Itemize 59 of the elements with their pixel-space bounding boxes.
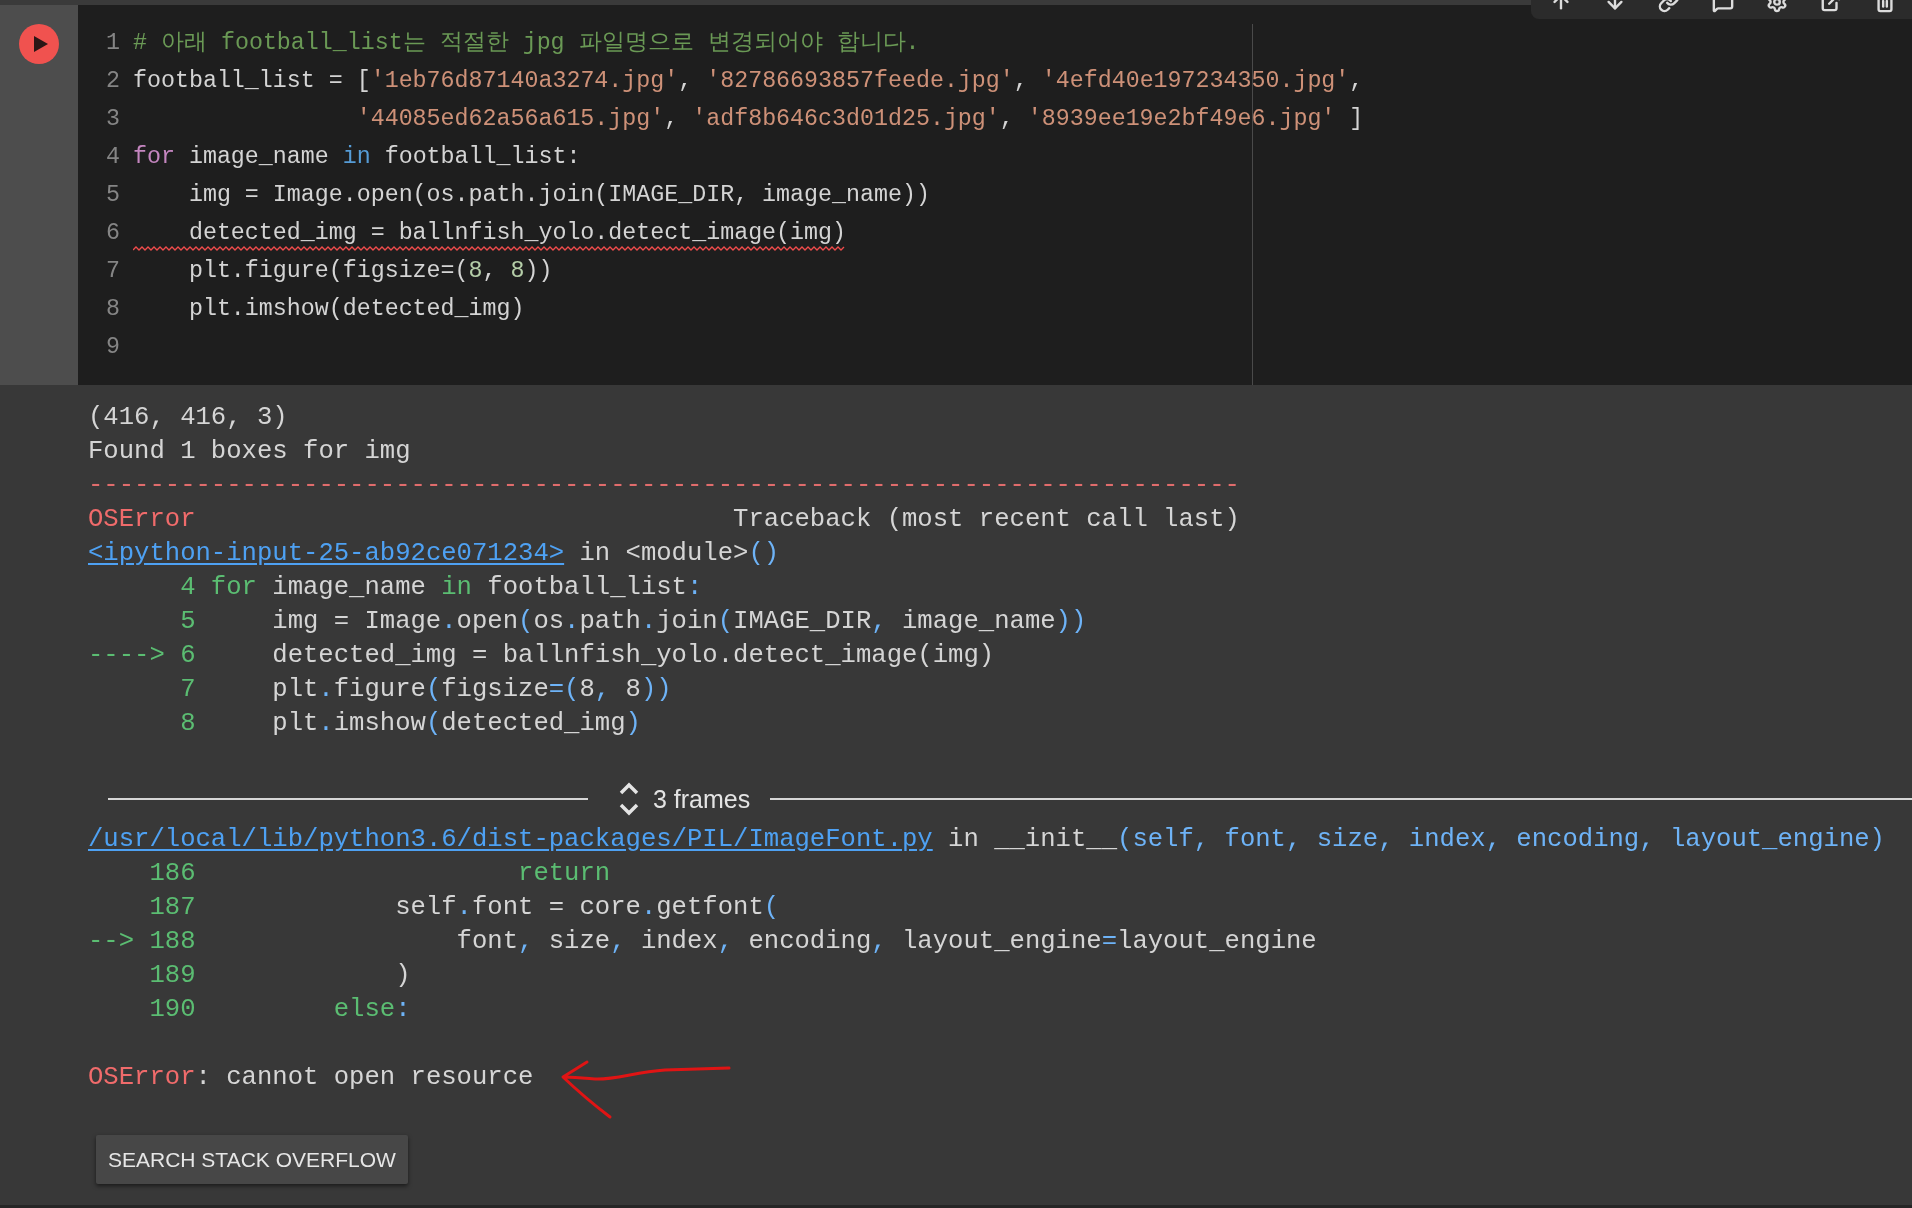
- line-number: 4: [180, 572, 196, 604]
- run-button[interactable]: [19, 24, 59, 64]
- line-number: 3: [105, 105, 120, 134]
- output-line: Found 1 boxes for img: [88, 436, 411, 468]
- code-line: '44085ed62a56a615.jpg', 'adf8b646c3d01d25.jpg', '8939ee19e2bf49e6.jpg' ]: [356, 105, 1364, 134]
- line-number: 187: [149, 892, 196, 924]
- line-number: 189: [149, 960, 196, 992]
- output-line: (416, 416, 3): [88, 402, 288, 434]
- code-line: detected_img = ballnfish_yolo.detect_image(img): [272, 640, 995, 672]
- play-icon: [33, 36, 48, 52]
- code-line: img = Image.open(os.path.join(IMAGE_DIR, image_name)): [188, 181, 930, 210]
- line-number: 6: [180, 640, 196, 672]
- line-number: 186: [149, 858, 196, 890]
- line-number: 2: [105, 67, 120, 96]
- traceback-link[interactable]: /usr/local/lib/python3.6/dist-packages/PIL/ImageFont.py: [88, 823, 933, 857]
- current-line-arrow: ---->: [88, 640, 165, 672]
- dashed-separator: ---------------------------------------------------------------------------: [88, 470, 1240, 502]
- frame-function: in __init__(self, font, size, index, encoding, layout_engine): [948, 824, 1885, 856]
- line-number: 190: [149, 994, 196, 1026]
- code-line: img = Image.open(os.path.join(IMAGE_DIR, image_name)): [272, 606, 1087, 638]
- line-number: 9: [105, 333, 120, 362]
- traceback-header: Traceback (most recent call last): [733, 504, 1240, 536]
- code-editor[interactable]: [78, 5, 1912, 385]
- line-number: 6: [105, 219, 120, 248]
- line-number: 7: [105, 257, 120, 286]
- code-line: return: [518, 858, 611, 890]
- code-line: plt.figure(figsize=(8, 8)): [272, 674, 672, 706]
- link-icon[interactable]: [1658, 0, 1680, 13]
- error-message: OSError: cannot open resource: [88, 1062, 534, 1094]
- line-number: 5: [180, 606, 196, 638]
- settings-icon[interactable]: [1766, 0, 1788, 13]
- chevrons-up-down-icon: [618, 781, 640, 817]
- search-stack-overflow-button[interactable]: SEARCH STACK OVERFLOW: [96, 1135, 408, 1184]
- line-number: 1: [105, 29, 120, 58]
- code-line: # 아래 football_list는 적절한 jpg 파일명으로 변경되어야 합니다.: [133, 29, 920, 58]
- line-number: 4: [105, 143, 120, 172]
- code-line: plt.imshow(detected_img): [188, 295, 525, 324]
- code-line: self.font = core.getfont(: [395, 892, 780, 924]
- code-line: font, size, index, encoding, layout_engine=layout_engine: [456, 926, 1317, 958]
- frames-toggle[interactable]: 3 frames: [618, 781, 751, 817]
- comment-icon[interactable]: [1712, 0, 1734, 13]
- code-line: ): [395, 960, 411, 992]
- traceback-link[interactable]: <ipython-input-25-ab92ce071234>: [88, 537, 565, 571]
- trash-icon[interactable]: [1874, 0, 1896, 13]
- line-number: 5: [105, 181, 120, 210]
- code-line: detected_img = ballnfish_yolo.detect_image(img): [188, 219, 846, 248]
- line-number: 8: [105, 295, 120, 324]
- code-line: football_list = ['1eb76d87140a3274.jpg', '82786693857feede.jpg', '4efd40e197234350.jpg',: [133, 67, 1364, 96]
- error-type: OSError: [88, 504, 196, 536]
- code-line: else:: [333, 994, 411, 1026]
- current-line-arrow: -->: [88, 926, 135, 958]
- code-line: for image_name in football_list:: [133, 143, 581, 172]
- line-number: 8: [180, 708, 196, 740]
- line-number: 188: [149, 926, 196, 958]
- code-line: plt.imshow(detected_img): [272, 708, 641, 740]
- frame-function: in <module>(): [579, 538, 780, 570]
- code-line: for image_name in football_list:: [210, 572, 703, 604]
- line-number: 7: [180, 674, 196, 706]
- code-line: plt.figure(figsize=(8, 8)): [188, 257, 553, 286]
